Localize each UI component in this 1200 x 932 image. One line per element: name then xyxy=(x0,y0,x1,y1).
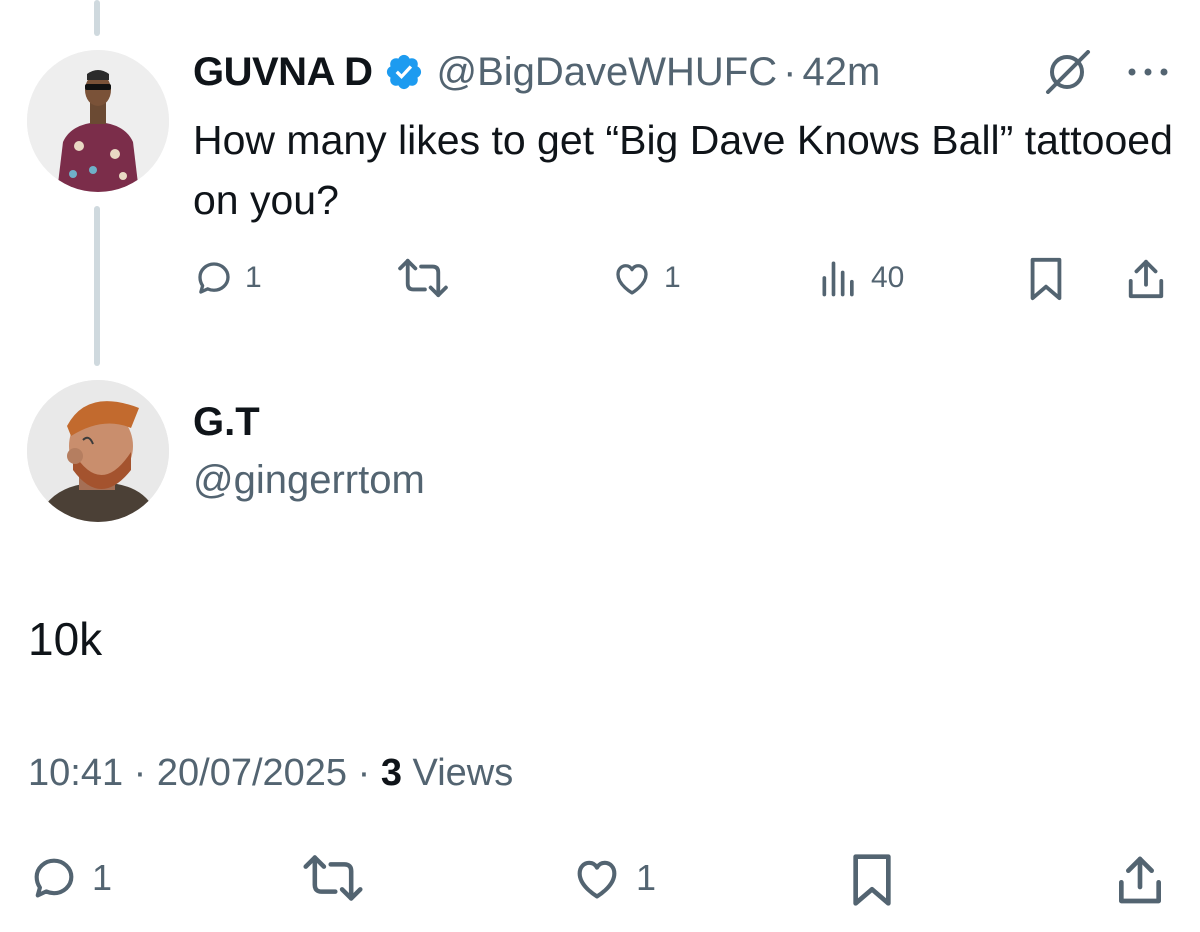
bookmark-icon xyxy=(1030,257,1062,301)
views-button[interactable]: 40 xyxy=(817,256,904,300)
bottom-reply-count: 1 xyxy=(92,857,113,898)
like-count: 1 xyxy=(664,261,681,294)
thread-line-top xyxy=(94,0,100,36)
display-name[interactable]: GUVNA D xyxy=(193,50,373,95)
avatar-guvna-d[interactable] xyxy=(27,50,169,192)
share-button[interactable] xyxy=(1125,256,1167,302)
bottom-reply-button[interactable]: 1 xyxy=(28,852,112,904)
grok-icon[interactable] xyxy=(1040,50,1094,94)
bottom-like-button[interactable]: 1 xyxy=(570,852,656,904)
avatar-gt[interactable] xyxy=(27,380,169,522)
bottom-retweet-button[interactable] xyxy=(300,852,366,904)
views-icon xyxy=(822,261,854,297)
like-icon xyxy=(577,860,617,899)
verified-badge-icon xyxy=(387,54,422,90)
like-icon xyxy=(616,264,648,295)
more-icon[interactable] xyxy=(1124,60,1172,84)
avatar-photo-icon xyxy=(27,380,169,522)
separator-dot: · xyxy=(783,49,797,94)
avatar-illustration-icon xyxy=(27,50,169,192)
reply-display-name[interactable]: G.T xyxy=(193,400,260,445)
tweet-text: How many likes to get “Big Dave Knows Ba… xyxy=(193,117,1173,223)
reply-handle[interactable]: @gingerrtom xyxy=(193,458,425,503)
retweet-button[interactable] xyxy=(395,256,451,300)
views-count: 40 xyxy=(871,261,905,294)
reply-date[interactable]: 20/07/2025 xyxy=(157,752,347,794)
views-number: 3 xyxy=(380,752,402,794)
bottom-like-count: 1 xyxy=(636,857,657,898)
bottom-bookmark-button[interactable] xyxy=(848,852,896,908)
reply-button[interactable]: 1 xyxy=(193,256,262,300)
retweet-icon xyxy=(303,855,363,901)
bookmark-icon xyxy=(853,854,891,906)
reply-count: 1 xyxy=(245,261,262,294)
tweet-metadata: 10:41 · 20/07/2025 · 3 Views xyxy=(28,752,513,795)
timestamp[interactable]: 42m xyxy=(802,50,880,95)
share-icon xyxy=(1119,856,1161,904)
bottom-share-button[interactable] xyxy=(1114,852,1166,908)
bookmark-button[interactable] xyxy=(1026,256,1066,302)
retweet-icon xyxy=(398,258,448,298)
reply-icon xyxy=(34,858,74,898)
reply-text: 10k xyxy=(28,613,103,665)
meta-separator-1: · xyxy=(133,752,147,794)
thread-line-connector xyxy=(94,206,100,366)
handle[interactable]: @BigDaveWHUFC xyxy=(436,50,777,95)
like-button[interactable]: 1 xyxy=(610,256,681,300)
views-label: Views xyxy=(412,752,514,794)
meta-separator-2: · xyxy=(357,752,371,794)
reply-time[interactable]: 10:41 xyxy=(28,752,123,794)
reply-icon xyxy=(198,262,230,294)
parent-header: GUVNA D @BigDaveWHUFC · 42m xyxy=(193,48,880,96)
share-icon xyxy=(1128,259,1164,299)
